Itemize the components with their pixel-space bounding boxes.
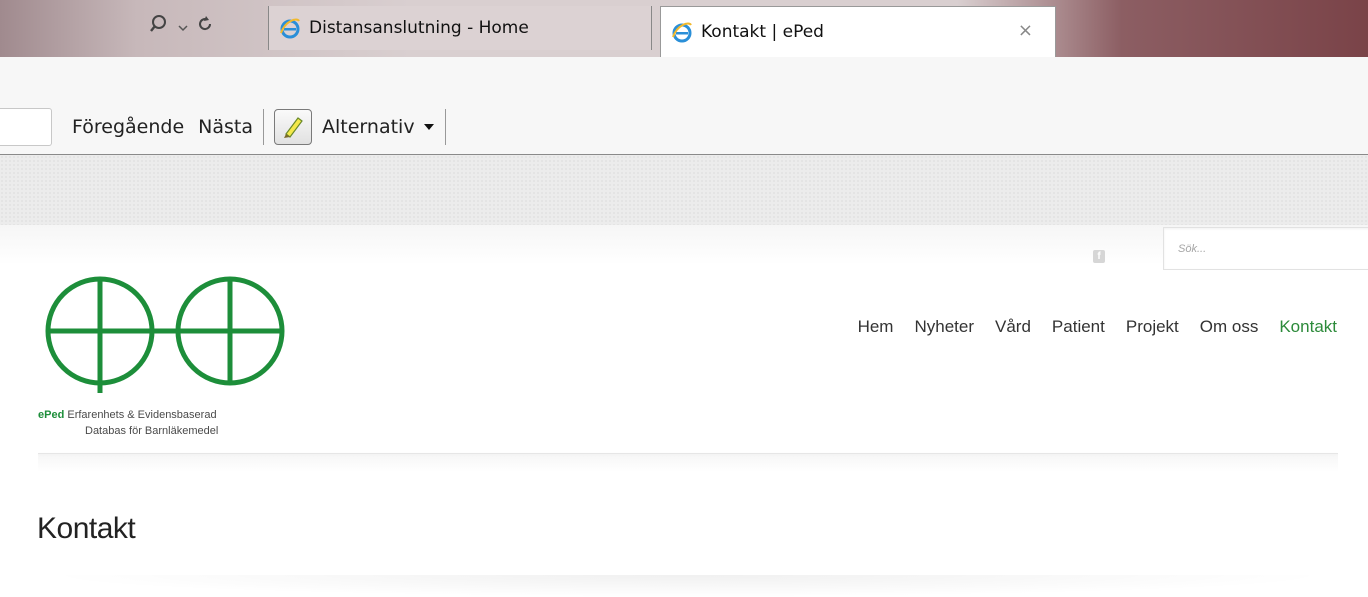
nav-item-vard[interactable]: Vård <box>995 317 1031 337</box>
nav-item-hem[interactable]: Hem <box>858 317 894 337</box>
divider-shadow <box>38 454 1338 472</box>
search-input[interactable] <box>1164 228 1360 270</box>
tab-distansanslutning[interactable]: Distansanslutning - Home <box>268 6 652 50</box>
options-label: Alternativ <box>322 116 415 138</box>
page-title: Kontakt <box>37 512 136 545</box>
chevron-down-icon[interactable] <box>178 16 188 37</box>
tagline-line2: Databas för Barnläkemedel <box>85 425 219 437</box>
previous-button[interactable]: Föregående <box>72 116 184 138</box>
nav-item-projekt[interactable]: Projekt <box>1126 317 1179 337</box>
nav-item-kontakt[interactable]: Kontakt <box>1279 317 1337 337</box>
nav-item-nyheter[interactable]: Nyheter <box>914 317 974 337</box>
nav-item-om-oss[interactable]: Om oss <box>1200 317 1259 337</box>
find-controls: Föregående Nästa Alternativ <box>72 105 456 149</box>
divider <box>263 109 265 145</box>
site-header-band <box>0 155 1368 225</box>
site-search[interactable] <box>1163 227 1368 270</box>
ie-icon <box>279 17 301 39</box>
tagline-line1: Erfarenhets & Evidensbaserad <box>67 409 217 421</box>
tab-title: Kontakt | ePed <box>701 22 824 42</box>
main-nav: Hem Nyheter Vård Patient Projekt Om oss … <box>858 317 1337 337</box>
facebook-icon[interactable]: f <box>1093 250 1105 263</box>
divider <box>444 109 446 145</box>
tab-title: Distansanslutning - Home <box>309 18 529 38</box>
find-bar: Föregående Nästa Alternativ <box>0 57 1368 155</box>
brand-name: ePed <box>38 409 65 421</box>
options-dropdown[interactable]: Alternativ <box>322 116 435 138</box>
browser-tab-strip: Distansanslutning - Home Kontakt | ePed … <box>0 0 1368 57</box>
find-input[interactable] <box>0 108 52 146</box>
tab-kontakt-eped[interactable]: Kontakt | ePed × <box>660 6 1056 57</box>
nav-item-patient[interactable]: Patient <box>1052 317 1105 337</box>
refresh-icon[interactable] <box>196 15 214 38</box>
chevron-down-icon <box>423 124 434 130</box>
next-button[interactable]: Nästa <box>198 116 253 138</box>
site-header: f ePed Erfarenhets & Evidensbaserad Data… <box>0 225 1368 597</box>
highlight-button[interactable] <box>274 109 313 145</box>
logo-tagline: ePed Erfarenhets & Evidensbaserad Databa… <box>38 407 218 439</box>
search-icon[interactable] <box>150 14 170 39</box>
close-icon[interactable]: × <box>1018 20 1033 41</box>
address-bar-controls <box>150 8 214 44</box>
highlighter-icon <box>284 117 303 138</box>
ie-icon <box>671 21 693 43</box>
